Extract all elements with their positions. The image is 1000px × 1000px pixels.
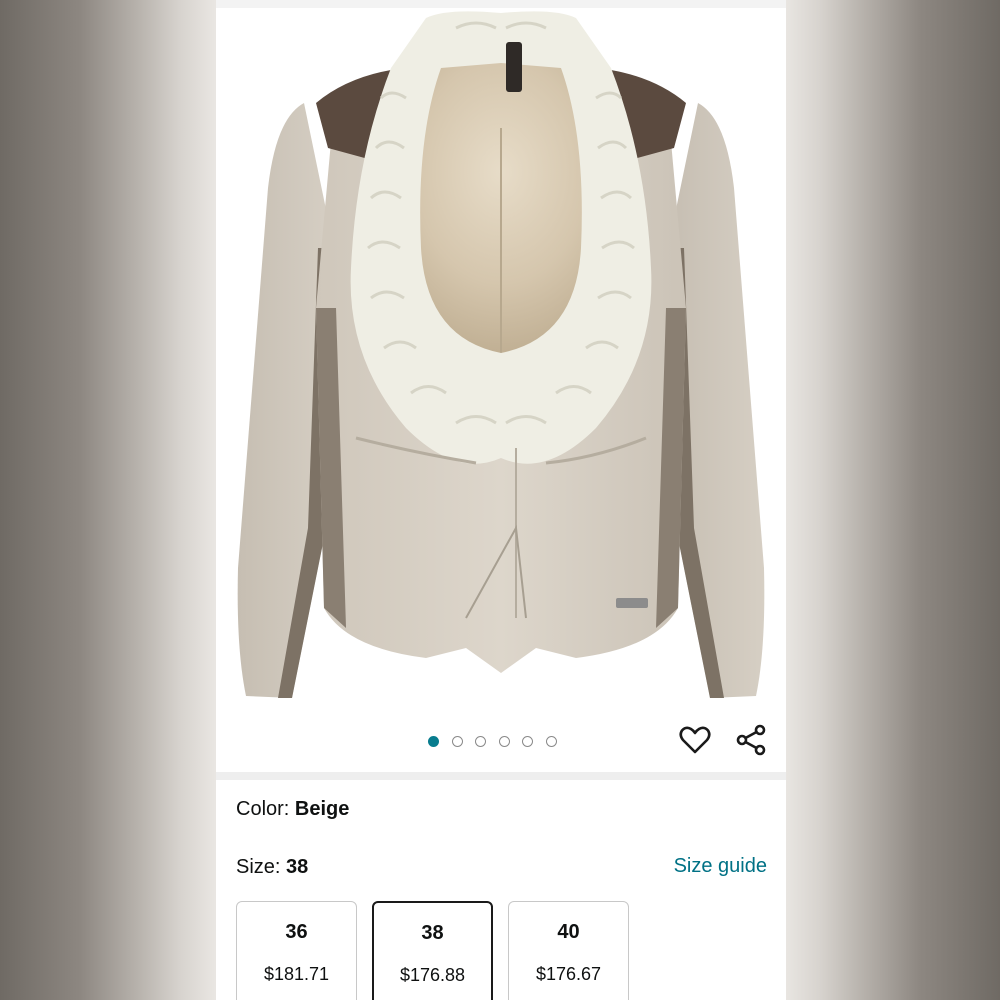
size-option-40[interactable]: 40 $176.67	[508, 901, 629, 1000]
carousel-dot[interactable]	[498, 735, 510, 747]
size-option-size: 40	[557, 921, 580, 943]
share-button[interactable]	[733, 722, 769, 758]
carousel-dot[interactable]	[545, 735, 557, 747]
variation-selector: Color: Beige Size: 38 Size guide 36 $181…	[216, 780, 786, 1000]
carousel-dot[interactable]	[428, 735, 439, 747]
size-option-price: $181.71	[263, 964, 330, 984]
size-selection: Size: 38	[236, 856, 308, 879]
product-page: Color: Beige Size: 38 Size guide 36 $181…	[216, 0, 786, 1000]
top-strip	[216, 0, 786, 8]
size-options: 36 $181.71 38 $176.88 40 $176.67	[236, 901, 629, 1000]
carousel-controls	[216, 698, 786, 772]
size-option-price: $176.88	[399, 965, 466, 985]
product-image-area[interactable]	[216, 8, 786, 698]
product-image[interactable]	[216, 8, 786, 698]
size-option-price: $176.67	[535, 964, 602, 984]
size-option-36[interactable]: 36 $181.71	[236, 901, 357, 1000]
section-divider	[216, 772, 786, 780]
size-option-38[interactable]: 38 $176.88	[372, 901, 493, 1000]
carousel-dots	[428, 734, 557, 748]
carousel-dot[interactable]	[475, 735, 486, 747]
size-option-size: 36	[285, 921, 308, 943]
size-label: Size:	[236, 856, 281, 878]
size-guide-link[interactable]: Size guide	[674, 855, 767, 878]
heart-icon	[679, 726, 711, 754]
carousel-dot[interactable]	[522, 735, 533, 747]
favorite-button[interactable]	[677, 722, 713, 758]
color-label: Color:	[236, 798, 290, 820]
size-value: 38	[286, 856, 309, 878]
share-icon	[736, 724, 766, 756]
color-selection: Color: Beige	[236, 798, 349, 821]
size-option-size: 38	[421, 922, 444, 944]
carousel-dot[interactable]	[451, 735, 463, 747]
color-value: Beige	[294, 798, 350, 820]
